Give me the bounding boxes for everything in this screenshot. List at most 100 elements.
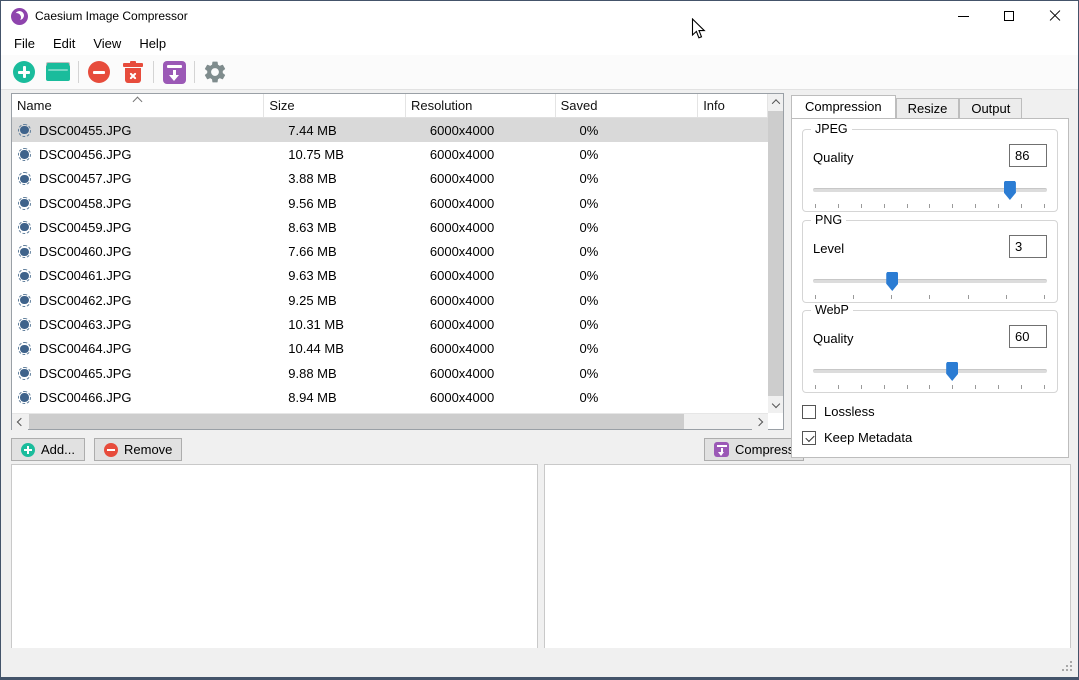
- cell-text: 10.31 MB: [288, 317, 344, 332]
- cell-info: [698, 361, 768, 385]
- cell-name: DSC00461.JPG: [12, 264, 264, 288]
- table-row[interactable]: DSC00463.JPG10.31 MB6000x40000%: [12, 312, 768, 336]
- webp-slider[interactable]: [813, 361, 1047, 381]
- slider-ticks: [815, 295, 1045, 299]
- compress-button-toolbar[interactable]: [157, 57, 191, 87]
- slider-track: [813, 279, 1047, 283]
- tab-output[interactable]: Output: [959, 98, 1022, 118]
- cell-text: 3.88 MB: [288, 171, 336, 186]
- table-row[interactable]: DSC00459.JPG8.63 MB6000x40000%: [12, 215, 768, 239]
- jpeg-value-input[interactable]: [1009, 144, 1047, 167]
- resize-grip-icon[interactable]: [1062, 661, 1072, 671]
- window-title: Caesium Image Compressor: [35, 9, 188, 23]
- minimize-button[interactable]: [940, 1, 986, 31]
- cell-saved: 0%: [556, 215, 699, 239]
- compress-icon: [714, 442, 729, 457]
- cell-text: 0%: [580, 244, 599, 259]
- checkbox-box[interactable]: [802, 405, 816, 419]
- close-button[interactable]: [1032, 1, 1078, 31]
- menu-view[interactable]: View: [84, 33, 130, 54]
- column-header-saved[interactable]: Saved: [556, 94, 699, 117]
- maximize-icon: [1004, 11, 1014, 21]
- column-header-size[interactable]: Size: [264, 94, 406, 117]
- cell-resolution: 6000x4000: [406, 239, 556, 263]
- pending-status-icon: [18, 367, 31, 380]
- cell-text: 6000x4000: [430, 317, 494, 332]
- compress-button[interactable]: Compress: [704, 438, 804, 461]
- cell-saved: 0%: [556, 288, 699, 312]
- table-row[interactable]: DSC00464.JPG10.44 MB6000x40000%: [12, 337, 768, 361]
- scroll-up-button[interactable]: [768, 94, 783, 110]
- cell-size: 9.63 MB: [264, 264, 406, 288]
- title-bar[interactable]: Caesium Image Compressor: [1, 1, 1078, 31]
- checkbox-box[interactable]: [802, 431, 816, 445]
- remove-file-button[interactable]: [82, 57, 116, 87]
- checkbox-keep-metadata[interactable]: Keep Metadata: [802, 430, 912, 445]
- scroll-left-button[interactable]: [12, 414, 28, 430]
- scroll-right-button[interactable]: [752, 414, 768, 430]
- webp-value-input[interactable]: [1009, 325, 1047, 348]
- cell-saved: 0%: [556, 191, 699, 215]
- slider-handle[interactable]: [886, 272, 898, 291]
- cell-text: 6000x4000: [430, 147, 494, 162]
- slider-handle[interactable]: [1004, 181, 1016, 200]
- column-header-resolution[interactable]: Resolution: [406, 94, 556, 117]
- cell-resolution: 6000x4000: [406, 191, 556, 215]
- cell-name: DSC00463.JPG: [12, 312, 264, 336]
- cell-saved: 0%: [556, 337, 699, 361]
- tab-resize[interactable]: Resize: [896, 98, 960, 118]
- table-row[interactable]: DSC00456.JPG10.75 MB6000x40000%: [12, 142, 768, 166]
- cell-text: 0%: [580, 171, 599, 186]
- cell-text: 6000x4000: [430, 196, 494, 211]
- cell-name: DSC00456.JPG: [12, 142, 264, 166]
- column-label: Saved: [561, 98, 598, 113]
- settings-button[interactable]: [198, 57, 232, 87]
- add-folder-button[interactable]: [41, 57, 75, 87]
- tab-compression[interactable]: Compression: [791, 95, 896, 118]
- file-list-table[interactable]: NameSizeResolution Saved Info DSC00455.JPG…: [11, 93, 784, 430]
- table-row[interactable]: DSC00458.JPG9.56 MB6000x40000%: [12, 191, 768, 215]
- pending-status-icon: [18, 318, 31, 331]
- table-row[interactable]: DSC00461.JPG9.63 MB6000x40000%: [12, 264, 768, 288]
- table-row[interactable]: DSC00466.JPG8.94 MB6000x40000%: [12, 385, 768, 409]
- cell-name: DSC00466.JPG: [12, 385, 264, 409]
- remove-file-icon: [88, 61, 110, 83]
- horizontal-scrollbar[interactable]: [12, 413, 768, 429]
- checkbox-lossless[interactable]: Lossless: [802, 404, 875, 419]
- table-row[interactable]: DSC00457.JPG3.88 MB6000x40000%: [12, 167, 768, 191]
- menu-help[interactable]: Help: [130, 33, 175, 54]
- cell-text: 6000x4000: [430, 220, 494, 235]
- status-bar: [1, 648, 1078, 677]
- jpeg-slider[interactable]: [813, 180, 1047, 200]
- png-slider[interactable]: [813, 271, 1047, 291]
- table-row[interactable]: DSC00460.JPG7.66 MB6000x40000%: [12, 239, 768, 263]
- slider-handle[interactable]: [946, 362, 958, 381]
- cell-size: 10.75 MB: [264, 142, 406, 166]
- add-files-button[interactable]: [7, 57, 41, 87]
- maximize-button[interactable]: [986, 1, 1032, 31]
- menu-file[interactable]: File: [5, 33, 44, 54]
- column-header-info[interactable]: Info: [698, 94, 768, 117]
- param-label: Level: [813, 241, 844, 256]
- clear-list-button[interactable]: [116, 57, 150, 87]
- column-header-name[interactable]: Name: [12, 94, 264, 117]
- cell-text: DSC00465.JPG: [39, 366, 132, 381]
- cell-text: 0%: [580, 341, 599, 356]
- vertical-scrollbar-thumb[interactable]: [768, 111, 783, 396]
- menu-edit[interactable]: Edit: [44, 33, 84, 54]
- cell-text: 6000x4000: [430, 293, 494, 308]
- horizontal-scrollbar-thumb[interactable]: [29, 414, 684, 429]
- remove-button[interactable]: Remove: [94, 438, 182, 461]
- cell-text: 9.63 MB: [288, 268, 336, 283]
- open-folder-icon: [46, 62, 70, 82]
- add-button[interactable]: Add...: [11, 438, 85, 461]
- png-value-input[interactable]: [1009, 235, 1047, 258]
- table-row[interactable]: DSC00455.JPG7.44 MB6000x40000%: [12, 118, 768, 142]
- table-row[interactable]: DSC00462.JPG9.25 MB6000x40000%: [12, 288, 768, 312]
- cell-size: 8.94 MB: [264, 385, 406, 409]
- scroll-down-button[interactable]: [768, 397, 783, 413]
- pending-status-icon: [18, 391, 31, 404]
- table-row[interactable]: DSC00465.JPG9.88 MB6000x40000%: [12, 361, 768, 385]
- preview-original: [11, 464, 538, 649]
- vertical-scrollbar[interactable]: [768, 94, 783, 413]
